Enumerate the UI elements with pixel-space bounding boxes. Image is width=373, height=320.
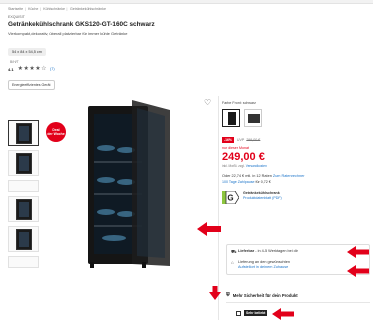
truck-icon: ⛟	[231, 249, 237, 254]
rating-stars: ★★★★☆	[18, 66, 47, 72]
installment-calculator-link[interactable]: Zum Ratenrechner	[273, 174, 305, 178]
home-delivery-icon: ⌂	[231, 260, 234, 265]
availability-status: Lieferbar	[238, 249, 255, 253]
dimensions-unit: B/H/T	[10, 60, 19, 64]
annotation-arrow-protection	[272, 308, 294, 320]
energy-class-icon[interactable]: G	[222, 191, 239, 204]
annotation-arrow-energy	[197, 222, 221, 236]
thumbnail-1[interactable]	[8, 120, 39, 146]
rating[interactable]: 4.1 ★★★★☆ (7)	[8, 66, 55, 72]
color-label: Farbe Front: schwarz	[222, 101, 256, 105]
swatch-front[interactable]	[222, 109, 240, 127]
delivery-time: - in 4-5 Werktagen bei dir	[254, 249, 298, 253]
pay-pause-fee: für 0,72 €	[255, 180, 271, 184]
dimensions-block: 54 x 84 x 54,5 cm B/H/T	[8, 40, 46, 64]
thumbnail-4[interactable]	[8, 196, 39, 222]
rating-score: 4.1	[8, 66, 14, 72]
annotation-arrow-delivery	[347, 246, 369, 258]
energy-label-block: G Getränkekühlschrank Produktdatenblatt …	[222, 191, 370, 204]
vat-text: inkl. MwSt. zzgl.	[222, 164, 245, 168]
protection-checkbox[interactable]	[236, 310, 241, 316]
price-label: nur dieser Monat	[222, 146, 249, 150]
deal-badge-line2: der Woche	[47, 132, 65, 136]
delivery-location-link[interactable]: Aufstellort in deinem Zuhause	[238, 265, 288, 269]
financing: Oder 22,74 € mtl. in 12 Raten Zum Ratenr…	[222, 174, 370, 184]
financing-text: Oder 22,74 € mtl. in 12 Raten	[222, 174, 272, 178]
rating-count-link[interactable]: (7)	[50, 67, 55, 71]
annotation-arrow-security	[209, 286, 221, 300]
energy-title: Getränkekühlschrank	[243, 191, 280, 195]
deal-badge: Deal der Woche	[46, 122, 66, 142]
color-swatches	[222, 109, 370, 127]
brand-name[interactable]: EXQUISIT	[8, 15, 25, 19]
price: 249,00 €	[222, 151, 265, 163]
shipping-costs-link[interactable]: Versandkosten	[246, 164, 267, 168]
thumbnail-list	[8, 120, 41, 272]
uvp: UVP 299,00 €	[237, 138, 260, 142]
heart-icon[interactable]: ♡	[204, 98, 211, 107]
thumbnail-3[interactable]	[8, 180, 39, 192]
breadcrumb-item-home[interactable]: Startseite	[8, 7, 23, 11]
delivery-location-text: Lieferung an den gewünschten	[238, 260, 290, 264]
discount-badge: -16%	[222, 137, 234, 143]
more-security-section[interactable]: ⛨ Mehr Sicherheit für dein Produkt	[226, 292, 298, 298]
breadcrumb-item-fridges[interactable]: Kühlschränke	[43, 7, 65, 11]
dimensions-chip: 54 x 84 x 54,5 cm	[8, 48, 46, 56]
pay-pause-link[interactable]: 100 Tage Zahlpause	[222, 180, 255, 184]
delivery-time-row: ⛟ Lieferbar - in 4-5 Werktagen bei dir	[231, 249, 365, 256]
star-icons: ★★★★☆	[17, 66, 47, 72]
uvp-label: UVP	[236, 138, 245, 142]
delivery-location-row: ⌂ Lieferung an den gewünschten Aufstellor…	[231, 260, 365, 270]
vat-info: inkl. MwSt. zzgl. Versandkosten	[222, 164, 370, 168]
uvp-old-price: 299,00 €	[246, 138, 261, 142]
thumbnail-2[interactable]	[8, 150, 39, 176]
pay-pause[interactable]: 100 Tage Zahlpause für 0,72 €	[222, 180, 370, 184]
annotation-arrow-location	[347, 265, 369, 277]
page-title: Getränkekühlschrank GKS120-GT-160C schwa…	[8, 21, 155, 28]
protection-option[interactable]: Sehr beliebt	[236, 310, 268, 316]
breadcrumb-item-kitchen[interactable]: Küche	[28, 7, 38, 11]
popular-badge: Sehr beliebt	[244, 310, 268, 316]
shield-icon: ⛨	[226, 292, 230, 298]
thumbnail-6[interactable]	[8, 256, 39, 268]
breadcrumb-item-drink-fridges[interactable]: Getränkekühlschränke	[70, 7, 106, 11]
thumbnail-5[interactable]	[8, 226, 39, 252]
swatch-alt[interactable]	[244, 109, 262, 127]
top-bar	[0, 0, 373, 4]
more-security-title: Mehr Sicherheit für dein Produkt	[232, 292, 298, 298]
product-subtitle: Vierkompakt,dekorativ, überall platzierb…	[8, 31, 128, 36]
energy-class-letter: G	[227, 194, 233, 203]
breadcrumb: Startseite | Küche | Kühlschränke | Getränk…	[8, 7, 106, 11]
divider-2	[226, 302, 370, 303]
price-row: -16% UVP 299,00 €	[222, 137, 370, 143]
product-image[interactable]	[84, 98, 174, 270]
buy-box: Farbe Front: schwarz -16% UVP 299,00 € nu…	[222, 101, 370, 204]
product-datasheet-link[interactable]: Produktdatenblatt (PDF)	[243, 196, 282, 201]
energy-efficient-chip[interactable]: Energieeffizientes Gerät	[8, 80, 55, 90]
